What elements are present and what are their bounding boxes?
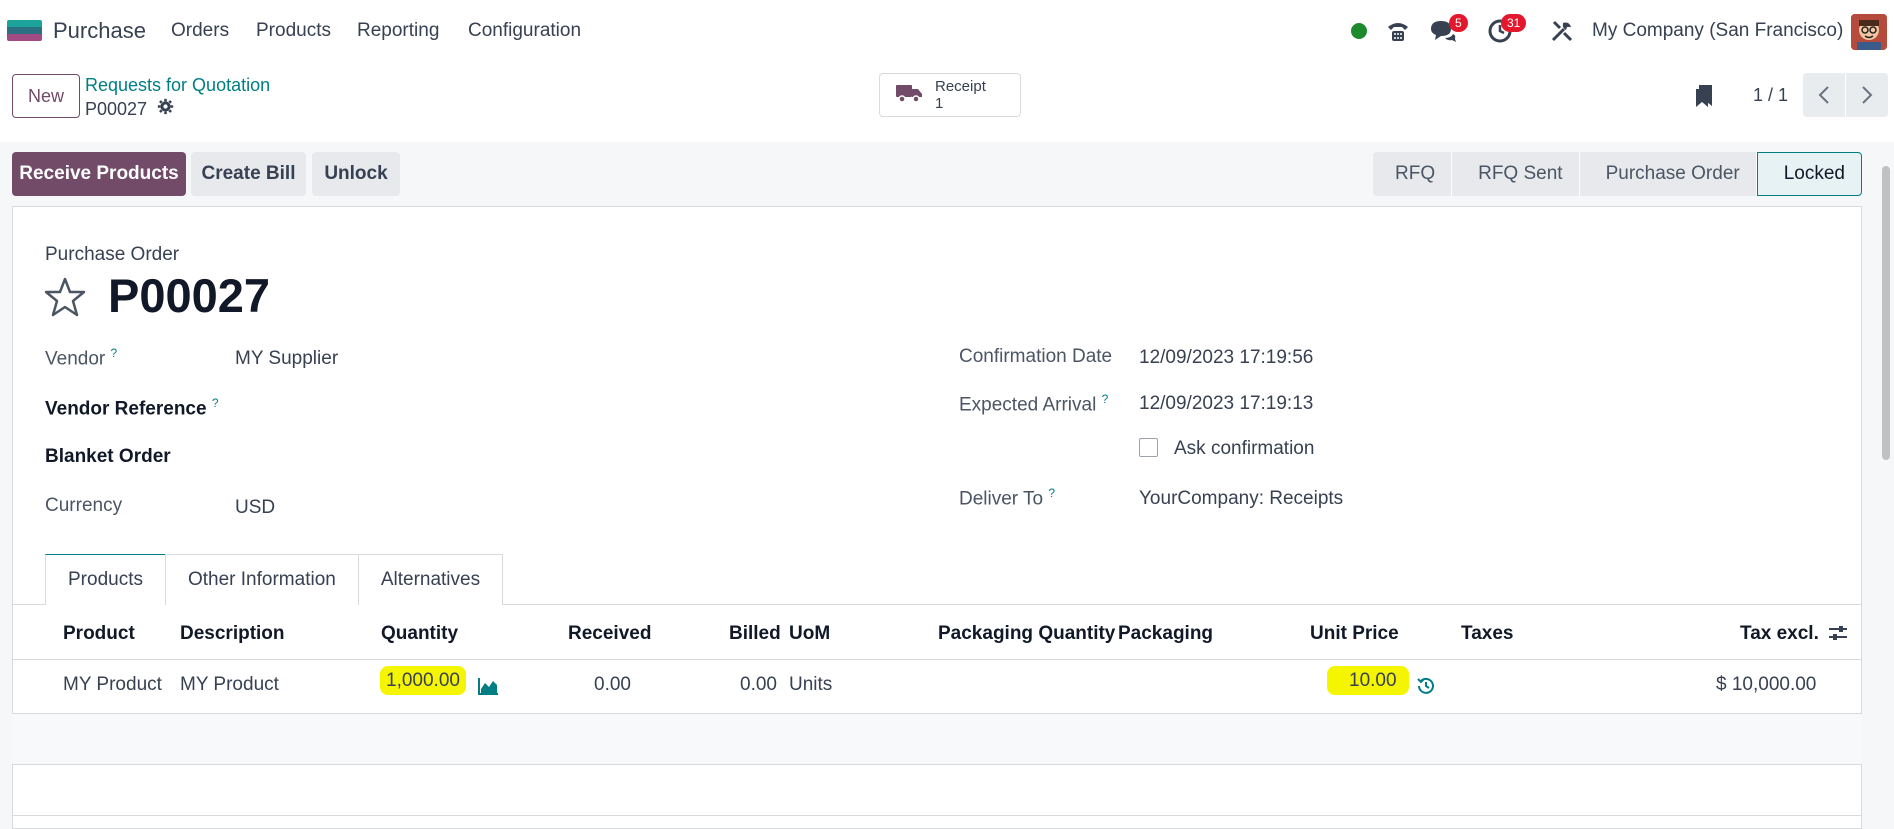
col-billed[interactable]: Billed	[729, 623, 781, 645]
user-avatar[interactable]	[1851, 14, 1887, 50]
vendor-help-icon[interactable]: ?	[111, 346, 118, 360]
blanket-order-label: Blanket Order	[45, 446, 171, 467]
phone-icon[interactable]	[1385, 18, 1411, 49]
row-unit-price-value: 10.00	[1327, 666, 1409, 695]
star-icon[interactable]	[44, 276, 86, 318]
deliver-to-label-text: Deliver To	[959, 488, 1044, 510]
col-packaging[interactable]: Packaging	[1118, 623, 1213, 645]
vendor-reference-label-text: Vendor Reference	[45, 398, 207, 420]
deliver-to-help-icon[interactable]: ?	[1048, 486, 1055, 500]
col-received[interactable]: Received	[568, 623, 651, 645]
menu-products[interactable]: Products	[256, 20, 331, 42]
debug-tools-icon[interactable]	[1550, 19, 1574, 48]
row-quantity[interactable]: 1,000.00	[380, 666, 466, 695]
confirmation-date-field: 12/09/2023 17:19:56	[1139, 347, 1314, 368]
col-tax-excl[interactable]: Tax excl.	[1740, 623, 1819, 645]
receipt-smart-button[interactable]: Receipt 1	[879, 73, 1021, 117]
unlock-button[interactable]: Unlock	[312, 152, 400, 196]
stage-rfq-sent[interactable]: RFQ Sent	[1452, 152, 1580, 196]
stage-rfq[interactable]: RFQ	[1373, 152, 1453, 196]
bookmark-icon[interactable]	[1694, 84, 1714, 113]
new-button[interactable]: New	[12, 74, 80, 118]
forecast-chart-icon[interactable]	[478, 677, 499, 700]
app-menu-icon[interactable]	[7, 20, 42, 42]
breadcrumb-record: P00027	[85, 98, 148, 119]
scrollbar[interactable]	[1882, 166, 1890, 460]
expected-arrival-field[interactable]: 12/09/2023 17:19:13	[1139, 393, 1313, 415]
menu-reporting[interactable]: Reporting	[357, 20, 439, 42]
optional-columns-icon[interactable]	[1828, 624, 1848, 647]
receipt-count: 1	[935, 95, 944, 112]
row-uom[interactable]: Units	[789, 674, 832, 696]
pager-next-button[interactable]	[1846, 73, 1888, 117]
stage-purchase-order[interactable]: Purchase Order	[1579, 152, 1757, 196]
activities-badge: 31	[1501, 14, 1527, 32]
tab-products[interactable]: Products	[45, 554, 166, 605]
ask-confirmation-checkbox[interactable]	[1139, 438, 1158, 457]
history-icon[interactable]	[1417, 677, 1435, 700]
deliver-to-field[interactable]: YourCompany: Receipts	[1139, 488, 1343, 510]
breadcrumb-rfq[interactable]: Requests for Quotation	[85, 75, 270, 96]
col-quantity[interactable]: Quantity	[381, 623, 458, 645]
col-product[interactable]: Product	[63, 623, 135, 645]
status-bar: RFQ RFQ Sent Purchase Order Locked	[1373, 152, 1862, 196]
gear-icon[interactable]	[157, 98, 174, 120]
vendor-field[interactable]: MY Supplier	[235, 348, 338, 370]
deliver-to-label: Deliver To ?	[959, 486, 1055, 510]
chevron-right-icon	[1862, 86, 1873, 104]
form-title-label: Purchase Order	[45, 244, 180, 265]
row-subtotal: $ 10,000.00	[1716, 674, 1817, 695]
order-reference: P00027	[108, 269, 271, 322]
expected-arrival-help-icon[interactable]: ?	[1102, 392, 1109, 406]
truck-icon	[895, 82, 923, 109]
pager-value[interactable]: 1 / 1	[1753, 85, 1788, 106]
menu-orders[interactable]: Orders	[171, 20, 229, 42]
confirmation-date-label: Confirmation Date	[959, 346, 1113, 367]
chevron-left-icon	[1818, 86, 1829, 104]
table-header-divider	[12, 659, 1862, 660]
vendor-label: Vendor ?	[45, 346, 117, 370]
table-row-divider	[12, 815, 1862, 816]
company-switcher[interactable]: My Company (San Francisco)	[1592, 20, 1843, 42]
row-unit-price[interactable]: 10.00	[1327, 666, 1409, 695]
vendor-label-text: Vendor	[45, 348, 106, 370]
row-quantity-value: 1,000.00	[380, 666, 466, 695]
pager-previous-button[interactable]	[1803, 73, 1845, 117]
ask-confirmation-label: Ask confirmation	[1174, 438, 1315, 459]
menu-configuration[interactable]: Configuration	[468, 20, 581, 42]
table-row-divider	[12, 764, 1862, 765]
notebook-tabs: Products Other Information Alternatives	[45, 554, 504, 605]
row-description[interactable]: MY Product	[180, 674, 279, 696]
vendor-reference-help-icon[interactable]: ?	[212, 396, 219, 410]
expected-arrival-label-text: Expected Arrival	[959, 394, 1097, 416]
app-brand[interactable]: Purchase	[53, 18, 146, 44]
row-received[interactable]: 0.00	[594, 674, 631, 696]
row-billed[interactable]: 0.00	[740, 674, 777, 696]
tab-other-information[interactable]: Other Information	[164, 554, 359, 605]
currency-field[interactable]: USD	[235, 497, 275, 519]
col-description[interactable]: Description	[180, 623, 285, 645]
currency-label: Currency	[45, 495, 123, 516]
breadcrumb-current: P00027	[85, 98, 174, 120]
expected-arrival-label: Expected Arrival ?	[959, 392, 1108, 416]
col-packaging-quantity[interactable]: Packaging Quantity	[938, 623, 1115, 645]
empty-row	[12, 714, 1862, 764]
tab-alternatives[interactable]: Alternatives	[357, 554, 504, 605]
receipt-label: Receipt	[935, 78, 986, 95]
top-navbar: Purchase Orders Products Reporting Confi…	[0, 0, 1894, 62]
messages-badge: 5	[1449, 14, 1468, 32]
col-uom[interactable]: UoM	[789, 623, 830, 645]
col-unit-price[interactable]: Unit Price	[1310, 623, 1399, 645]
vendor-reference-label: Vendor Reference ?	[45, 396, 219, 420]
receive-products-button[interactable]: Receive Products	[12, 152, 186, 196]
create-bill-button[interactable]: Create Bill	[191, 152, 306, 196]
status-indicator-icon	[1351, 23, 1367, 39]
col-taxes[interactable]: Taxes	[1461, 623, 1513, 645]
stage-locked[interactable]: Locked	[1756, 152, 1862, 196]
row-product[interactable]: MY Product	[63, 674, 162, 696]
